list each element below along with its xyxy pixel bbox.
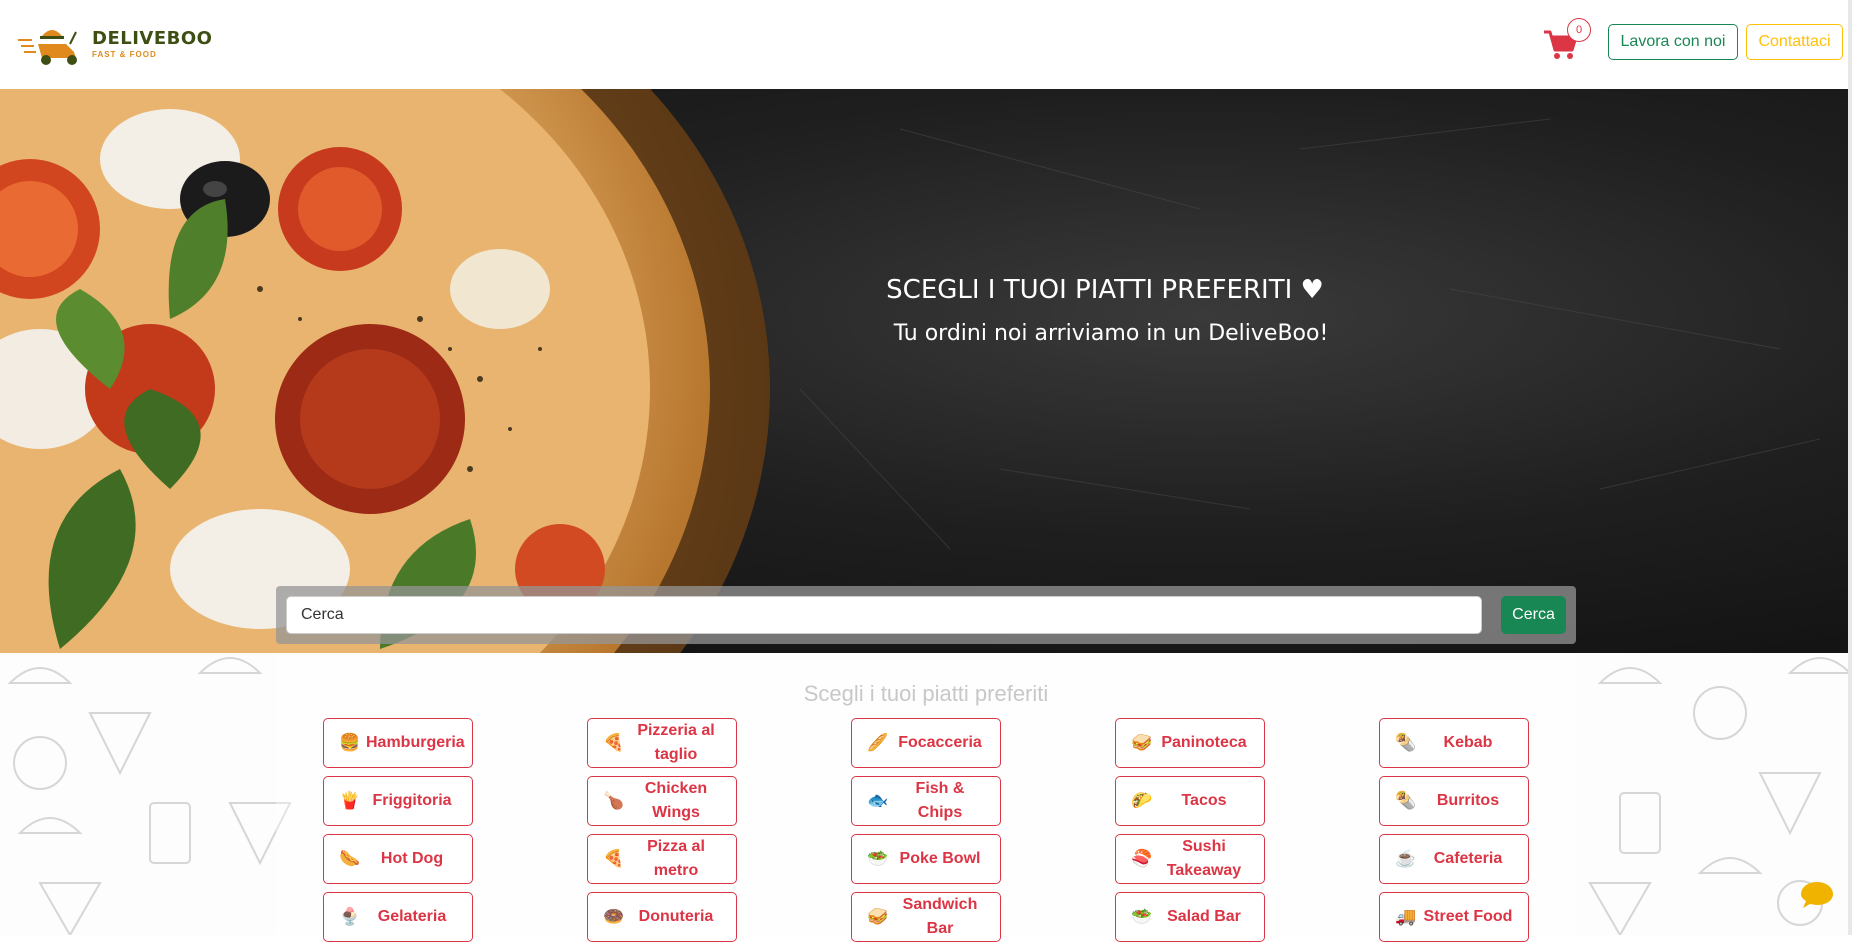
category-button[interactable]: 🐟 Fish & Chips <box>851 776 1001 826</box>
category-button[interactable]: 🍣 Sushi Takeaway <box>1115 834 1265 884</box>
category-label: Poke Bowl <box>899 850 981 867</box>
search-button[interactable]: Cerca <box>1501 596 1566 634</box>
category-label: Hot Dog <box>380 850 444 867</box>
category-label: Friggitoria <box>372 792 452 809</box>
hotdog-icon: 🌭 <box>339 849 361 868</box>
taco-icon: 🌮 <box>1131 791 1153 810</box>
category-button[interactable]: 🥗 Poke Bowl <box>851 834 1001 884</box>
scooter-logo-icon <box>18 30 77 65</box>
brand-tagline: FAST & FOOD <box>92 49 157 59</box>
category-label: Pizzeria al taglio <box>637 722 715 763</box>
category-button[interactable]: 🌯 Kebab <box>1379 718 1529 768</box>
category-label: Sandwich Bar <box>902 896 978 937</box>
category-label: Focacceria <box>898 734 982 751</box>
work-with-us-button[interactable]: Lavora con noi <box>1608 24 1738 60</box>
salad-icon: 🥗 <box>1131 907 1153 926</box>
category-button[interactable]: 🥖 Focacceria <box>851 718 1001 768</box>
kebab-icon: 🌯 <box>1395 733 1417 752</box>
category-label: Gelateria <box>377 908 447 925</box>
category-label: Kebab <box>1443 734 1493 751</box>
fish-chips-icon: 🐟 <box>867 791 889 810</box>
category-button[interactable]: 🍕 Pizzeria al taglio <box>587 718 737 768</box>
category-label: Cafeteria <box>1433 850 1503 867</box>
category-label: Street Food <box>1423 908 1513 925</box>
categories-heading: Scegli i tuoi piatti preferiti <box>803 681 1049 706</box>
food-truck-icon: 🚚 <box>1395 907 1417 926</box>
category-label: Pizza al metro <box>647 838 705 879</box>
category-button[interactable]: ☕ Cafeteria <box>1379 834 1529 884</box>
chat-bubble-icon[interactable] <box>1800 880 1834 910</box>
focaccia-icon: 🥖 <box>867 733 889 752</box>
hero-banner: SCEGLI I TUOI PIATTI PREFERITI ♥ Tu ordi… <box>0 89 1852 653</box>
brand-logo[interactable]: DELIVEBOO FAST & FOOD <box>18 22 212 66</box>
sandwich-bar-icon: 🥪 <box>867 907 889 926</box>
category-label: Hamburgeria <box>366 734 465 751</box>
category-button[interactable]: 🍕 Pizza al metro <box>587 834 737 884</box>
category-button[interactable]: 🌯 Burritos <box>1379 776 1529 826</box>
category-label: Tacos <box>1181 792 1227 809</box>
category-button[interactable]: 🌭 Hot Dog <box>323 834 473 884</box>
fryer-icon: 🍟 <box>339 791 361 810</box>
brand-name: DELIVEBOO <box>92 27 213 49</box>
navbar: DELIVEBOO FAST & FOOD 0 Lavora con noi C… <box>0 0 1852 89</box>
ice-cream-icon: 🍨 <box>339 907 361 926</box>
cart-count-badge: 0 <box>1567 18 1591 42</box>
category-button[interactable]: 🥪 Paninoteca <box>1115 718 1265 768</box>
category-label: Paninoteca <box>1161 734 1247 751</box>
category-button[interactable]: 🍔 Hamburgeria <box>323 718 473 768</box>
burger-icon: 🍔 <box>339 733 361 752</box>
pizza-hero-image <box>0 89 1821 653</box>
category-button[interactable]: 🍟 Friggitoria <box>323 776 473 826</box>
category-label: Sushi Takeaway <box>1166 838 1242 879</box>
sandwich-icon: 🥪 <box>1131 733 1153 752</box>
chicken-wings-icon: 🍗 <box>603 791 625 810</box>
burrito-icon: 🌯 <box>1395 791 1417 810</box>
category-label: Salad Bar <box>1167 908 1241 925</box>
search-input[interactable]: Cerca <box>286 596 1482 634</box>
category-label: Donuteria <box>638 908 714 925</box>
hero-title: SCEGLI I TUOI PIATTI PREFERITI ♥ <box>886 275 1324 305</box>
category-label: Fish & Chips <box>915 780 965 821</box>
contact-button[interactable]: Contattaci <box>1746 24 1843 60</box>
coffee-icon: ☕ <box>1395 849 1417 868</box>
search-bar: Cerca Cerca <box>276 586 1576 644</box>
category-button[interactable]: 🌮 Tacos <box>1115 776 1265 826</box>
category-label: Burritos <box>1436 792 1500 809</box>
category-label: Chicken Wings <box>644 780 708 821</box>
scrollbar[interactable] <box>1848 0 1852 935</box>
sushi-icon: 🍣 <box>1131 849 1153 868</box>
poke-bowl-icon: 🥗 <box>867 849 889 868</box>
donut-icon: 🍩 <box>603 907 625 926</box>
pizza-slice-icon: 🍕 <box>603 849 625 868</box>
pizza-icon: 🍕 <box>603 733 625 752</box>
category-button[interactable]: 🍗 Chicken Wings <box>587 776 737 826</box>
hero-subtitle: Tu ordini noi arriviamo in un DeliveBoo! <box>893 321 1329 346</box>
